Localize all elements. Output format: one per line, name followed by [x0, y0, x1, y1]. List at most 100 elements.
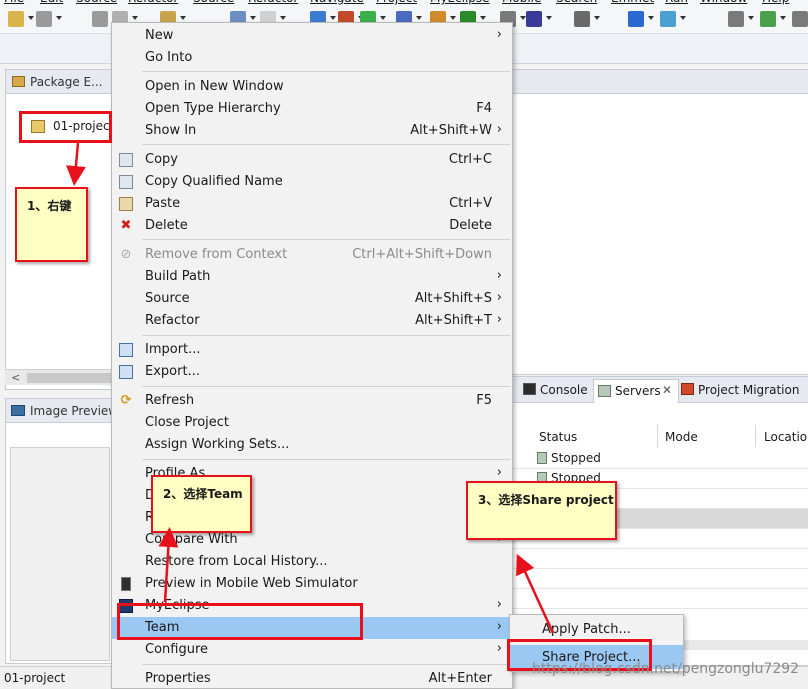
- menu-item-open-new-window[interactable]: Open in New Window: [112, 76, 512, 98]
- column-divider: [657, 425, 658, 447]
- submenu-arrow-icon: ›: [496, 122, 502, 137]
- context-menu: New › Go Into Open in New Window Open Ty…: [111, 22, 513, 689]
- tab-project-migration-label: Project Migration: [698, 383, 800, 397]
- chevron-down-icon[interactable]: [546, 16, 552, 20]
- column-status[interactable]: Status: [539, 430, 577, 444]
- submenu-arrow-icon: ›: [496, 619, 502, 634]
- menubar-item[interactable]: Source: [193, 0, 234, 5]
- submenu-arrow-icon: ›: [496, 290, 502, 305]
- menu-item-copy[interactable]: Copy Ctrl+C: [112, 149, 512, 171]
- toolbar-button-icon[interactable]: [760, 11, 776, 27]
- image-preview-tab[interactable]: Image Preview: [6, 399, 118, 423]
- menu-item-label: New: [145, 28, 174, 43]
- note-step1-text: 1、右键: [27, 199, 72, 213]
- package-explorer-scrollbar[interactable]: <: [5, 369, 113, 385]
- chevron-down-icon[interactable]: [250, 16, 256, 20]
- menubar-item[interactable]: Refactor: [128, 0, 178, 5]
- toolbar-button-icon[interactable]: [628, 11, 644, 27]
- console-icon: [523, 383, 536, 395]
- chevron-down-icon[interactable]: [680, 16, 686, 20]
- menubar-item[interactable]: Edit: [40, 0, 63, 5]
- chevron-down-icon[interactable]: [480, 16, 486, 20]
- menu-item-remove-from-context[interactable]: ⊘ Remove from Context Ctrl+Alt+Shift+Dow…: [112, 244, 512, 266]
- table-row[interactable]: Stopped: [513, 449, 808, 469]
- menu-item-go-into[interactable]: Go Into: [112, 47, 512, 69]
- menubar-item[interactable]: Project: [376, 0, 417, 5]
- toolbar-button-icon[interactable]: [526, 11, 542, 27]
- scroll-thumb[interactable]: [27, 373, 111, 383]
- menu-item-label: Export...: [145, 364, 200, 379]
- menubar-item[interactable]: Run: [665, 0, 688, 5]
- menu-item-import[interactable]: Import...: [112, 339, 512, 361]
- close-icon[interactable]: ✕: [662, 383, 672, 397]
- menubar-item[interactable]: Emmet: [611, 0, 654, 5]
- chevron-down-icon[interactable]: [280, 16, 286, 20]
- chevron-down-icon[interactable]: [56, 16, 62, 20]
- table-row[interactable]: [513, 549, 808, 569]
- submenu-arrow-icon: ›: [496, 268, 502, 283]
- menu-item-configure[interactable]: Configure ›: [112, 639, 512, 661]
- menubar-item[interactable]: Navigate: [310, 0, 364, 5]
- menu-item-label: Build Path: [145, 269, 211, 284]
- toolbar-button-icon[interactable]: [92, 11, 108, 27]
- chevron-down-icon[interactable]: [450, 16, 456, 20]
- menu-item-export[interactable]: Export...: [112, 361, 512, 383]
- menu-item-open-type-hierarchy[interactable]: Open Type Hierarchy F4: [112, 98, 512, 120]
- chevron-down-icon[interactable]: [780, 16, 786, 20]
- submenu-item-label: Apply Patch...: [542, 622, 631, 637]
- menubar-item[interactable]: MyEclipse: [430, 0, 490, 5]
- menu-item-paste[interactable]: Paste Ctrl+V: [112, 193, 512, 215]
- menu-item-refactor[interactable]: Refactor Alt+Shift+T ›: [112, 310, 512, 332]
- menu-item-preview-mobile-simulator[interactable]: Preview in Mobile Web Simulator: [112, 573, 512, 595]
- submenu-arrow-icon: ›: [496, 312, 502, 327]
- menu-item-shortcut: F4: [476, 101, 492, 116]
- chevron-down-icon[interactable]: [380, 16, 386, 20]
- menu-item-build-path[interactable]: Build Path ›: [112, 266, 512, 288]
- menubar-item[interactable]: Mobile: [502, 0, 541, 5]
- watermark: https://blog.csdn.net/pengzonglu7292: [532, 661, 800, 677]
- scroll-left-icon[interactable]: <: [11, 371, 20, 384]
- menu-item-show-in[interactable]: Show In Alt+Shift+W ›: [112, 120, 512, 142]
- chevron-down-icon[interactable]: [330, 16, 336, 20]
- menu-item-close-project[interactable]: Close Project: [112, 412, 512, 434]
- menubar-item[interactable]: Refactor: [248, 0, 298, 5]
- menu-item-label: Copy Qualified Name: [145, 174, 283, 189]
- toolbar-button-icon[interactable]: [728, 11, 744, 27]
- chevron-down-icon[interactable]: [28, 16, 34, 20]
- chevron-down-icon[interactable]: [748, 16, 754, 20]
- tab-console[interactable]: Console: [523, 381, 599, 401]
- menu-item-refresh[interactable]: ⟳ Refresh F5: [112, 390, 512, 412]
- menu-item-copy-qualified-name[interactable]: Copy Qualified Name: [112, 171, 512, 193]
- toolbar-button-icon[interactable]: [792, 11, 808, 27]
- chevron-down-icon[interactable]: [180, 16, 186, 20]
- table-row[interactable]: [513, 589, 808, 609]
- tab-servers[interactable]: Servers ✕: [593, 379, 679, 403]
- table-row[interactable]: [513, 569, 808, 589]
- chevron-down-icon[interactable]: [416, 16, 422, 20]
- menu-item-shortcut: Alt+Shift+T: [415, 313, 492, 328]
- package-explorer-tab[interactable]: Package E...: [6, 70, 112, 94]
- menu-item-assign-working-sets[interactable]: Assign Working Sets...: [112, 434, 512, 456]
- toolbar-button-icon[interactable]: [36, 11, 52, 27]
- submenu-item-apply-patch[interactable]: Apply Patch...: [510, 617, 683, 641]
- toolbar-button-icon[interactable]: [574, 11, 590, 27]
- menubar-item[interactable]: Help: [762, 0, 789, 5]
- menu-item-delete[interactable]: ✖ Delete Delete: [112, 215, 512, 237]
- toolbar-button-icon[interactable]: [8, 11, 24, 27]
- column-location[interactable]: Location: [764, 430, 808, 444]
- server-status: Stopped: [537, 451, 601, 465]
- menubar-item[interactable]: Window: [700, 0, 747, 5]
- menubar-item[interactable]: Source: [76, 0, 117, 5]
- menu-item-restore-local-history[interactable]: Restore from Local History...: [112, 551, 512, 573]
- menu-item-properties[interactable]: Properties Alt+Enter: [112, 668, 512, 689]
- menubar-item[interactable]: Search: [556, 0, 597, 5]
- tab-project-migration[interactable]: Project Migration: [681, 381, 808, 401]
- column-mode[interactable]: Mode: [665, 430, 698, 444]
- toolbar-button-icon[interactable]: [660, 11, 676, 27]
- chevron-down-icon[interactable]: [648, 16, 654, 20]
- chevron-down-icon[interactable]: [594, 16, 600, 20]
- chevron-down-icon[interactable]: [132, 16, 138, 20]
- menubar-item[interactable]: File: [4, 0, 24, 5]
- menu-item-new[interactable]: New ›: [112, 25, 512, 47]
- menu-item-source[interactable]: Source Alt+Shift+S ›: [112, 288, 512, 310]
